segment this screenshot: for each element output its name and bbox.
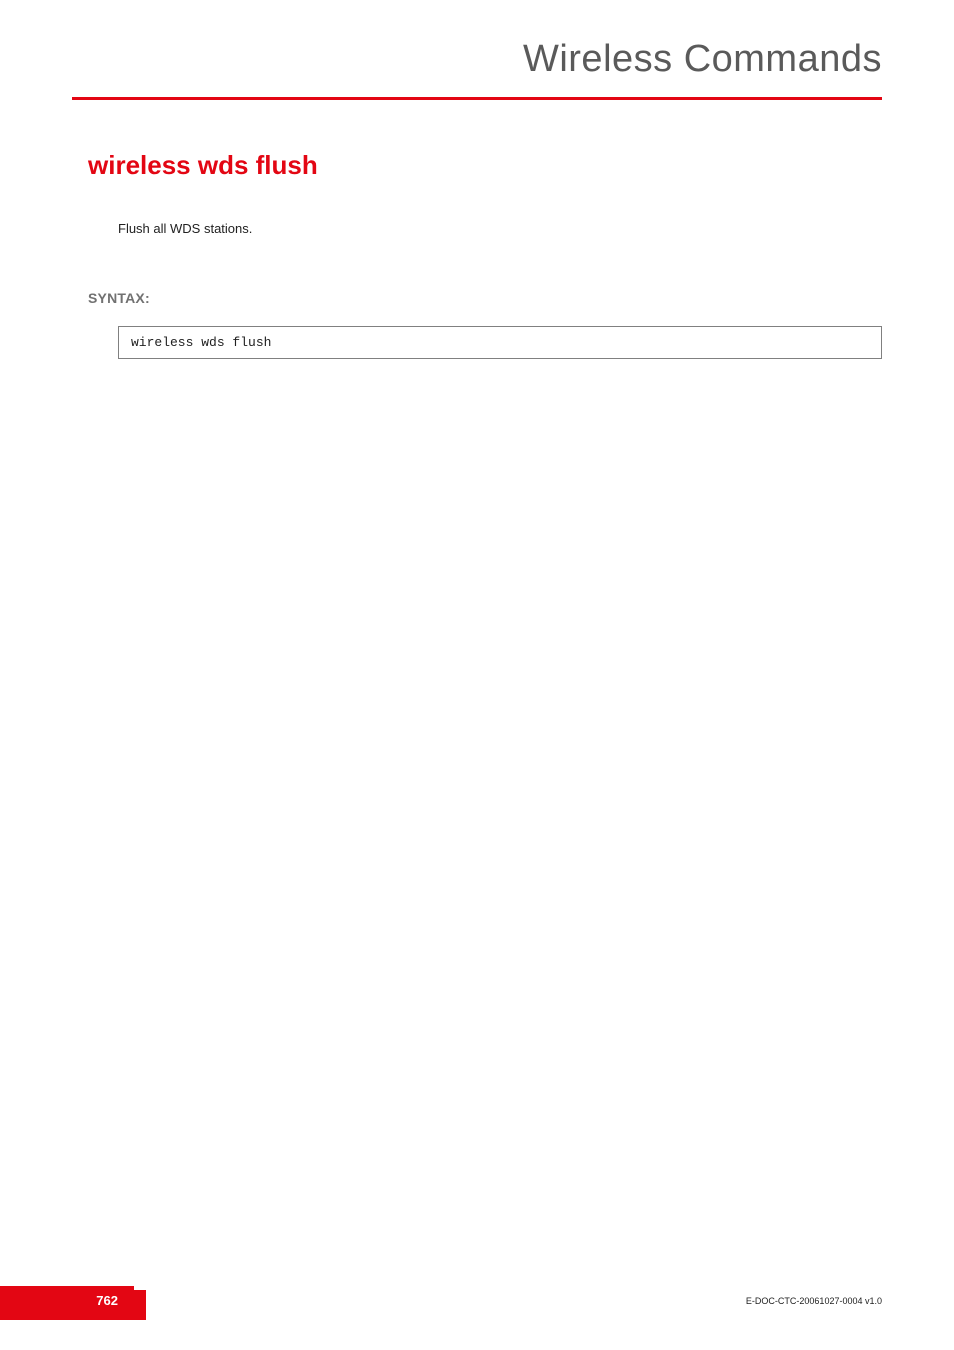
document-id: E-DOC-CTC-20061027-0004 v1.0 [746,1296,882,1306]
page-header: Wireless Commands [0,0,954,100]
command-description: Flush all WDS stations. [118,221,882,236]
code-text: wireless wds flush [131,335,271,350]
page-badge-foreground: 762 [0,1286,134,1314]
page-footer: 762 E-DOC-CTC-20061027-0004 v1.0 [0,1294,954,1350]
chapter-title: Wireless Commands [72,38,882,97]
page-content: wireless wds flush Flush all WDS station… [0,100,954,359]
syntax-code-box: wireless wds flush [118,326,882,359]
command-title: wireless wds flush [88,150,882,181]
page-number: 762 [96,1293,118,1308]
syntax-label: SYNTAX: [88,290,882,306]
